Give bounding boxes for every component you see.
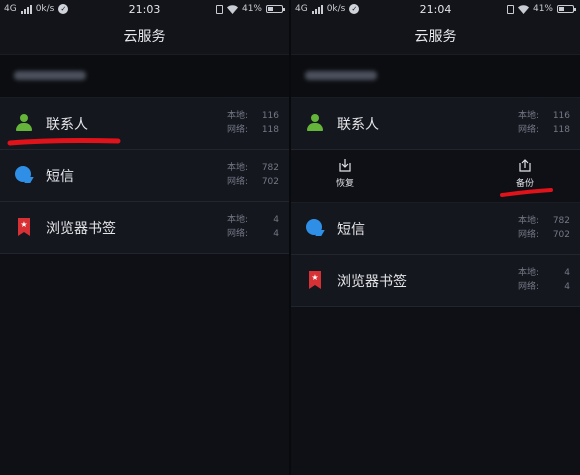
status-bar: 4G 0k/s ✓ 21:04 41% bbox=[291, 0, 580, 20]
net-label: 网络: bbox=[518, 230, 540, 240]
right-screenshot: 4G 0k/s ✓ 21:04 41% 云服务 联系人 本地: 116 网络: 11… bbox=[291, 0, 580, 475]
item-stats: 本地: 116 网络: 118 bbox=[518, 109, 570, 137]
net-count: 702 bbox=[261, 177, 279, 187]
net-count: 118 bbox=[261, 125, 279, 135]
battery-icon bbox=[266, 5, 285, 13]
backup-label: 备份 bbox=[515, 179, 534, 189]
item-stats: 本地: 4 网络: 4 bbox=[518, 266, 570, 294]
local-label: 本地: bbox=[227, 111, 249, 121]
item-stats: 本地: 116 网络: 118 bbox=[227, 109, 279, 137]
account-row[interactable] bbox=[291, 55, 580, 98]
item-label: 浏览器书签 bbox=[46, 221, 116, 237]
sync-item-bookmarks[interactable]: ★ 浏览器书签 本地: 4 网络: 4 bbox=[0, 202, 289, 254]
bookmark-icon: ★ bbox=[15, 218, 33, 236]
backup-button[interactable]: 备份 bbox=[505, 159, 545, 189]
local-count: 4 bbox=[273, 215, 279, 225]
sync-item-contacts[interactable]: 联系人 本地: 116 网络: 118 bbox=[0, 98, 289, 150]
net-count: 702 bbox=[552, 230, 570, 240]
page-title: 云服务 bbox=[0, 20, 289, 55]
local-label: 本地: bbox=[227, 215, 249, 225]
local-count: 4 bbox=[564, 268, 570, 278]
sms-icon bbox=[15, 166, 34, 184]
net-count: 118 bbox=[552, 125, 570, 135]
sync-item-sms[interactable]: 短信 本地: 782 网络: 702 bbox=[0, 150, 289, 202]
item-label: 联系人 bbox=[46, 117, 88, 133]
restore-label: 恢复 bbox=[335, 179, 354, 189]
blurred-account-name bbox=[14, 71, 86, 80]
status-bar: 4G 0k/s ✓ 21:03 41% bbox=[0, 0, 289, 20]
sms-icon bbox=[306, 219, 325, 237]
backup-icon bbox=[519, 159, 531, 172]
restore-icon bbox=[339, 159, 351, 172]
person-icon bbox=[306, 114, 324, 132]
item-stats: 本地: 782 网络: 702 bbox=[518, 214, 570, 242]
battery-icon bbox=[557, 5, 576, 13]
sync-item-bookmarks[interactable]: ★ 浏览器书签 本地: 4 网络: 4 bbox=[291, 255, 580, 307]
sync-item-sms[interactable]: 短信 本地: 782 网络: 702 bbox=[291, 203, 580, 255]
person-icon bbox=[15, 114, 33, 132]
local-label: 本地: bbox=[518, 111, 540, 121]
battery-percent: 41% bbox=[241, 4, 262, 14]
left-screenshot: 4G 0k/s ✓ 21:03 41% 云服务 联系人 本地: 116 网络: 11… bbox=[0, 0, 289, 475]
local-count: 116 bbox=[261, 111, 279, 121]
vibrate-icon bbox=[506, 4, 514, 14]
local-count: 782 bbox=[261, 163, 279, 173]
item-label: 短信 bbox=[337, 222, 365, 238]
item-label: 短信 bbox=[46, 169, 74, 185]
net-label: 网络: bbox=[227, 229, 249, 239]
sync-item-contacts[interactable]: 联系人 本地: 116 网络: 118 bbox=[291, 98, 580, 150]
net-label: 网络: bbox=[518, 125, 540, 135]
battery-percent: 41% bbox=[532, 4, 553, 14]
local-label: 本地: bbox=[518, 268, 540, 278]
item-stats: 本地: 4 网络: 4 bbox=[227, 213, 279, 241]
net-label: 网络: bbox=[518, 282, 540, 292]
net-label: 网络: bbox=[227, 177, 249, 187]
bookmark-icon: ★ bbox=[306, 271, 324, 289]
net-count: 4 bbox=[564, 282, 570, 292]
net-count: 4 bbox=[273, 229, 279, 239]
item-label: 浏览器书签 bbox=[337, 274, 407, 290]
wifi-icon bbox=[517, 4, 529, 14]
item-label: 联系人 bbox=[337, 117, 379, 133]
page-title: 云服务 bbox=[291, 20, 580, 55]
item-stats: 本地: 782 网络: 702 bbox=[227, 161, 279, 189]
blurred-account-name bbox=[305, 71, 377, 80]
local-label: 本地: bbox=[227, 163, 249, 173]
account-row[interactable] bbox=[0, 55, 289, 98]
wifi-icon bbox=[226, 4, 238, 14]
local-label: 本地: bbox=[518, 216, 540, 226]
contacts-actions: 恢复 备份 bbox=[291, 150, 580, 203]
local-count: 116 bbox=[552, 111, 570, 121]
vibrate-icon bbox=[215, 4, 223, 14]
net-label: 网络: bbox=[227, 125, 249, 135]
local-count: 782 bbox=[552, 216, 570, 226]
restore-button[interactable]: 恢复 bbox=[325, 159, 365, 189]
